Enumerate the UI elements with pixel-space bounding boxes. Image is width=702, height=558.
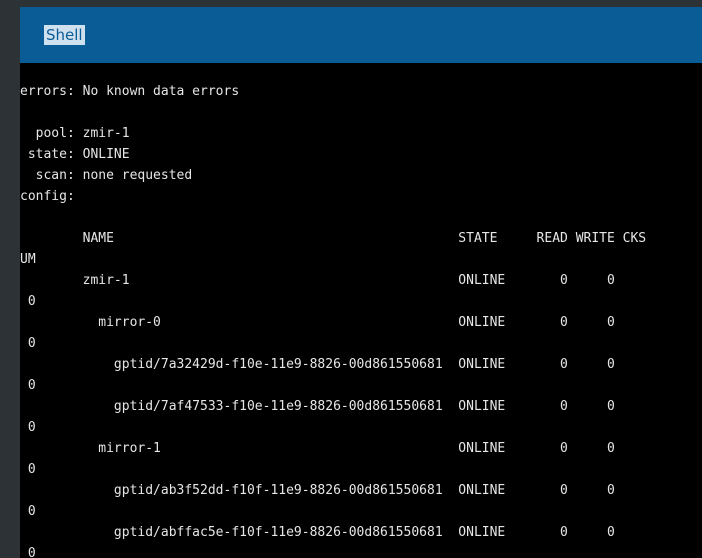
- terminal-line: 0: [20, 546, 36, 558]
- terminal-line: mirror-0 ONLINE 0 0: [20, 315, 615, 330]
- terminal-line: config:: [20, 189, 75, 204]
- terminal-line: gptid/7af47533-f10e-11e9-8826-00d8615506…: [20, 399, 615, 414]
- terminal-line: errors: No known data errors: [20, 84, 240, 99]
- page-title: Shell: [44, 25, 85, 45]
- shell-page: Shell errors: No known data errors pool:…: [0, 0, 702, 558]
- terminal-line: 0: [20, 336, 36, 351]
- terminal-line: scan: none requested: [20, 168, 193, 183]
- terminal-line: pool: zmir-1: [20, 126, 130, 141]
- terminal-line: 0: [20, 420, 36, 435]
- terminal-line: UM: [20, 252, 36, 267]
- terminal-line: mirror-1 ONLINE 0 0: [20, 441, 615, 456]
- terminal-window[interactable]: errors: No known data errors pool: zmir-…: [20, 63, 702, 558]
- terminal-line: state: ONLINE: [20, 147, 130, 162]
- top-strip: [0, 0, 702, 7]
- sidebar-edge: [0, 0, 20, 558]
- terminal-line: 0: [20, 462, 36, 477]
- terminal-line: zmir-1 ONLINE 0 0: [20, 273, 615, 288]
- page-header: Shell: [20, 7, 702, 63]
- terminal-line: gptid/7a32429d-f10e-11e9-8826-00d8615506…: [20, 357, 615, 372]
- terminal-line: NAME STATE READ WRITE CKS: [20, 231, 647, 246]
- terminal-output[interactable]: errors: No known data errors pool: zmir-…: [20, 81, 646, 558]
- terminal-line: gptid/abffac5e-f10f-11e9-8826-00d8615506…: [20, 525, 615, 540]
- terminal-line: 0: [20, 504, 36, 519]
- terminal-line: gptid/ab3f52dd-f10f-11e9-8826-00d8615506…: [20, 483, 615, 498]
- terminal-line: 0: [20, 378, 36, 393]
- terminal-line: 0: [20, 294, 36, 309]
